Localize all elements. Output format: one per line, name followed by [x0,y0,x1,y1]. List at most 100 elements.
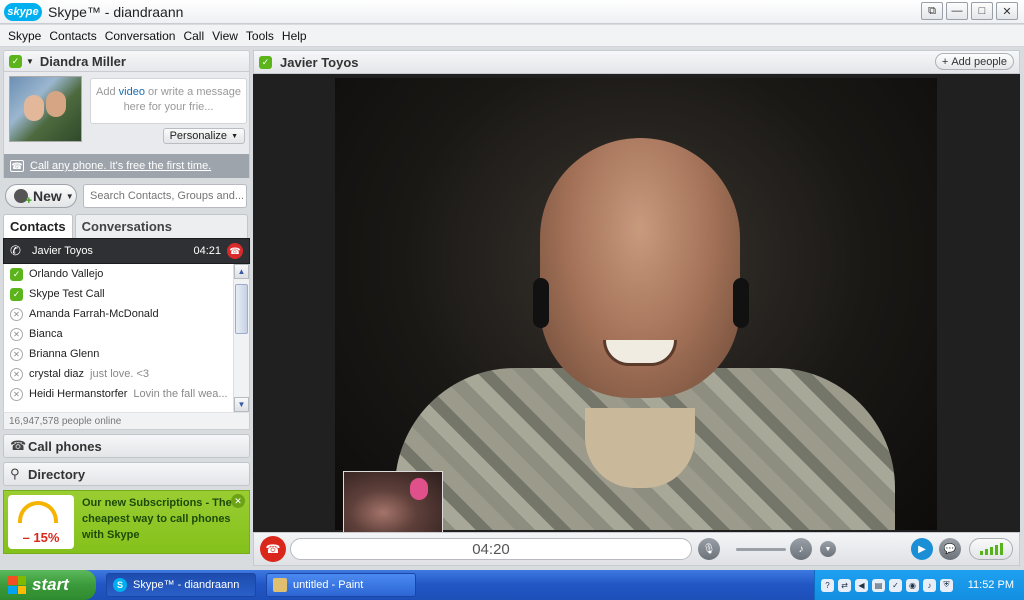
taskbar-item-paint[interactable]: untitled - Paint [266,573,416,597]
back-arrow-icon[interactable]: ◀ [855,578,868,592]
antivirus-icon[interactable]: ◉ [906,578,919,592]
list-item[interactable]: ✓ Orlando Vallejo [4,264,249,284]
contact-mood: Lovin the fall wea... [133,388,228,400]
telephone-icon: ☎ [10,438,27,453]
menu-conversation[interactable]: Conversation [101,29,180,43]
speaker-button[interactable]: ♪ [790,538,812,560]
menu-skype[interactable]: Skype [4,29,45,43]
offline-status-icon: ✕ [10,307,23,321]
taskbar: start S Skype™ - diandraann untitled - P… [0,570,1024,600]
task-label: Skype™ - diandraann [133,579,240,591]
taskbar-item-skype[interactable]: S Skype™ - diandraann [106,573,256,597]
personalize-button[interactable]: Personalize ▼ [162,128,245,144]
menu-view[interactable]: View [208,29,242,43]
chevron-down-icon: ▼ [824,545,832,553]
new-label: New [33,188,62,204]
call-controls: ☎ 04:20 🎙 ♪ ▼ ▶ 💬 [253,532,1020,566]
title-bar: skype Skype™ - diandraann ⧉ — □ ✕ [0,0,1024,24]
contact-name: Orlando Vallejo [29,268,104,280]
contact-list-scrollbar[interactable]: ▲ ▼ [233,264,249,412]
microphone-icon: 🎙 [702,543,716,555]
left-pane: ✓ ▼ Diandra Miller Add video or write a … [3,50,250,566]
search-input[interactable] [83,184,247,208]
profile-header[interactable]: ✓ ▼ Diandra Miller [3,50,250,72]
conversation-pane: ✓ Javier Toyos + Add people ☎ 04:20 🎙 ♪ … [253,50,1020,566]
online-status-icon[interactable]: ✓ [9,54,22,68]
volume-icon[interactable]: ♪ [923,578,936,592]
add-video-link[interactable]: video [119,86,145,98]
printer-icon[interactable]: ▤ [872,578,885,592]
contact-name: Heidi Hermanstorfer [29,388,128,400]
list-item[interactable]: ✕ Bianca [4,324,249,344]
minimize-button[interactable]: — [946,2,968,20]
hangup-icon[interactable]: ☎ [227,243,243,259]
list-item[interactable]: ✓ Skype Test Call [4,284,249,304]
microphone-button[interactable]: 🎙 [698,538,720,560]
help-icon[interactable]: ? [821,578,834,592]
offline-status-icon: ✕ [10,347,23,361]
video-toggle-button[interactable]: ▶ [911,538,933,560]
chat-bubble-icon: 💬 [943,543,957,555]
balloon-shape [410,478,428,500]
skype-tray-icon[interactable]: ✓ [889,578,902,592]
menu-help[interactable]: Help [278,29,311,43]
contact-name: Bianca [29,328,63,340]
volume-slider[interactable] [736,547,786,551]
tab-bar: Contacts Conversations [3,214,250,238]
chat-button[interactable]: 💬 [939,538,961,560]
phone-icon: ✆ [10,243,21,258]
menu-tools[interactable]: Tools [242,29,278,43]
directory-section[interactable]: ⚲ Directory [3,462,250,486]
video-camera-icon: ▶ [918,543,926,555]
list-item[interactable]: ✕ Amanda Farrah-McDonald [4,304,249,324]
personalize-label: Personalize [169,130,228,142]
avatar[interactable] [9,76,82,142]
headset-icon [733,278,749,328]
tab-conversations[interactable]: Conversations [74,214,248,238]
restore-button[interactable]: ⧉ [921,2,943,20]
call-options-button[interactable]: ▼ [820,541,836,557]
new-button[interactable]: New ▼ [5,184,77,208]
add-people-button[interactable]: + Add people [934,53,1014,70]
scroll-thumb[interactable] [235,284,248,334]
chevron-down-icon[interactable]: ▼ [26,57,34,66]
close-button[interactable]: ✕ [996,2,1018,20]
call-phone-promo: ☎ Call any phone. It's free the first ti… [3,154,250,178]
call-phones-section[interactable]: ☎ Call phones [3,434,250,458]
remote-video[interactable] [335,78,937,530]
window-title: Skype™ - diandraann [48,3,184,20]
active-call-row[interactable]: ✆ Javier Toyos 04:21 ☎ [3,238,250,264]
tab-contacts[interactable]: Contacts [3,214,73,238]
hangup-icon: ☎ [265,542,281,556]
conversation-header: ✓ Javier Toyos + Add people [253,50,1020,74]
start-button[interactable]: start [0,570,96,600]
hangup-button[interactable]: ☎ [260,536,286,562]
list-item[interactable]: ✕ crystal diaz just love. <3 [4,364,249,384]
scroll-up-arrow-icon[interactable]: ▲ [234,264,249,279]
network-icon[interactable]: ⇄ [838,578,851,592]
call-any-phone-link[interactable]: Call any phone. It's free the first time… [30,160,211,172]
list-item[interactable]: ✕ Brianna Glenn [4,344,249,364]
discount-badge-icon: – 15% [8,495,74,549]
active-call-name: Javier Toyos [32,245,93,257]
mood-prefix: Add [96,86,116,98]
maximize-button[interactable]: □ [971,2,993,20]
toolbar: New ▼ [3,180,250,212]
skype-icon: S [113,578,127,592]
phone-icon: ☎ [10,160,24,172]
start-label: start [32,575,69,594]
menu-call[interactable]: Call [179,29,208,43]
search-icon: ⚲ [10,466,20,481]
security-icon[interactable]: ⛨ [940,578,953,592]
scroll-down-arrow-icon[interactable]: ▼ [234,397,249,412]
profile-name: Diandra Miller [39,53,126,69]
call-quality-button[interactable] [969,538,1013,560]
list-item[interactable]: ✕ Heidi Hermanstorfer Lovin the fall wea… [4,384,249,404]
contact-name: Brianna Glenn [29,348,100,360]
menu-contacts[interactable]: Contacts [45,29,100,43]
close-icon[interactable]: ✕ [231,494,245,508]
avatar-face [24,95,44,121]
subscription-promo[interactable]: – 15% Our new Subscriptions - The cheape… [3,490,250,554]
contact-mood: just love. <3 [90,368,150,380]
mood-message-input[interactable]: Add video or write a message here for yo… [90,78,247,124]
